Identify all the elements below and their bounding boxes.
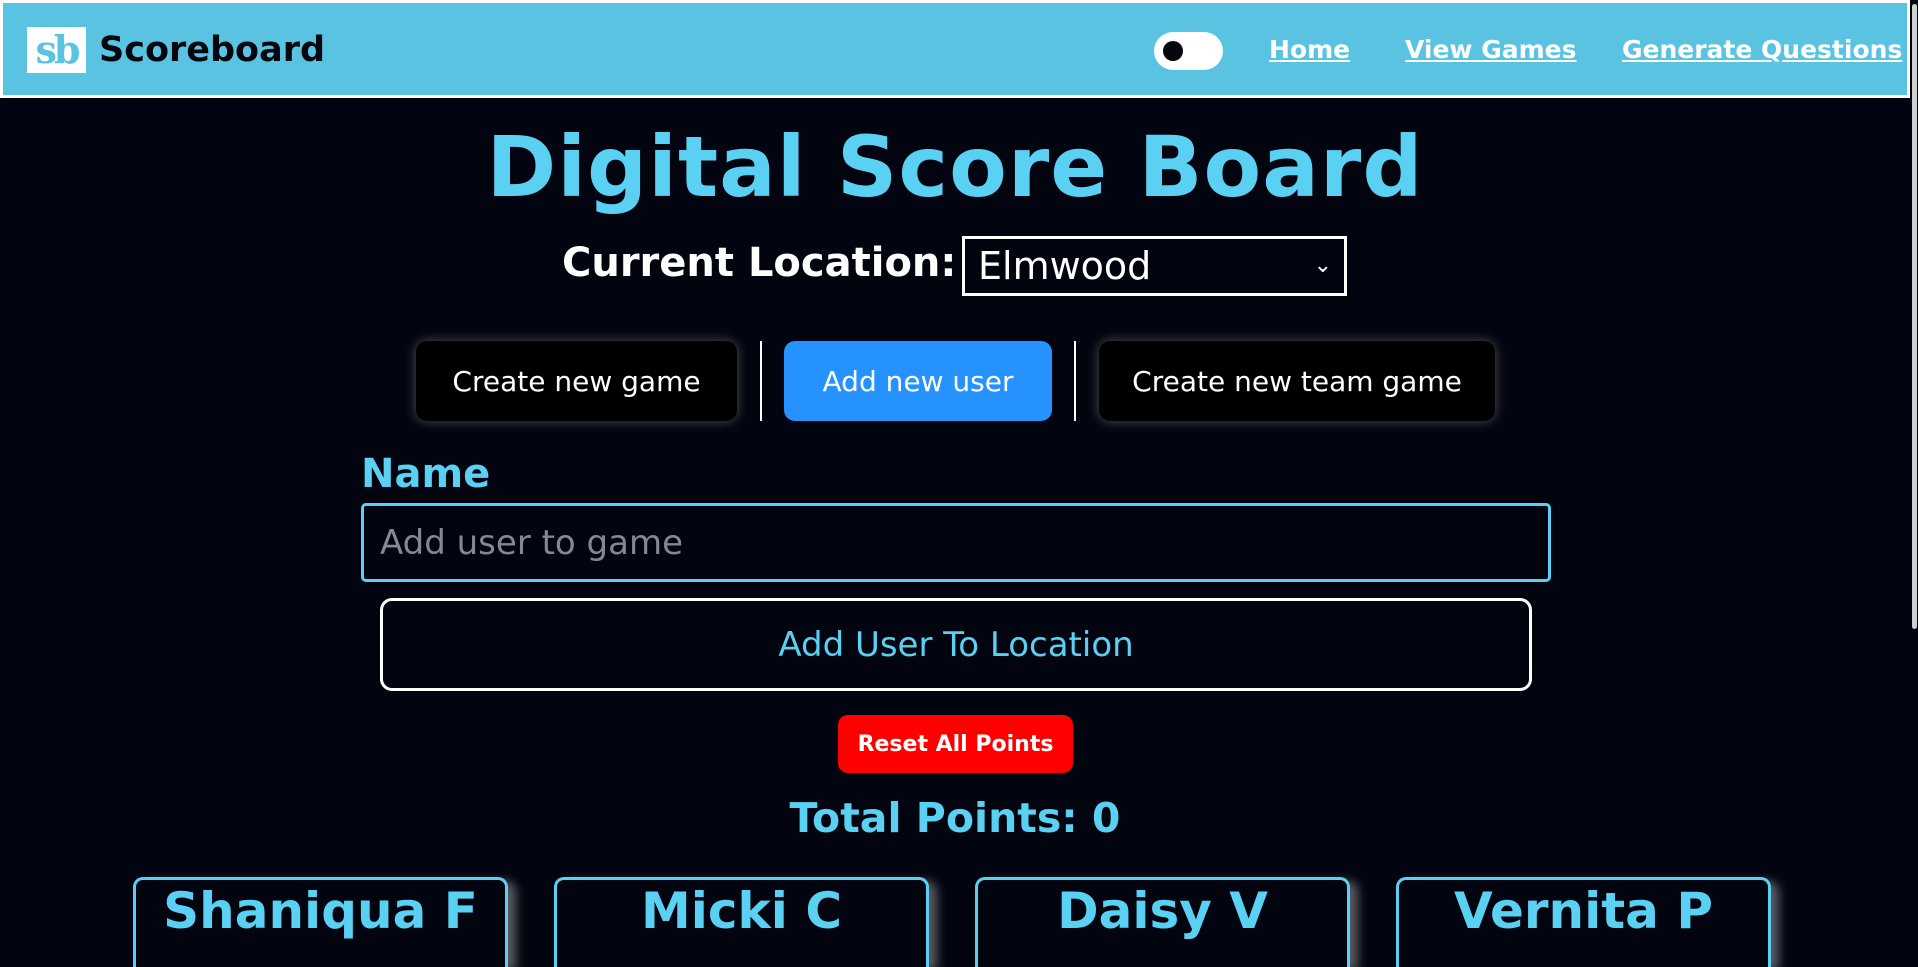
scrollbar-thumb[interactable] bbox=[1912, 4, 1917, 629]
theme-toggle[interactable] bbox=[1154, 32, 1223, 70]
page-title: Digital Score Board bbox=[486, 118, 1424, 216]
brand[interactable]: sb Scoreboard bbox=[27, 27, 325, 73]
location-label: Current Location: bbox=[562, 240, 957, 286]
add-new-user-button[interactable]: Add new user bbox=[784, 341, 1052, 421]
nav-link-home[interactable]: Home bbox=[1269, 35, 1350, 64]
name-label: Name bbox=[361, 451, 491, 497]
scrollbar[interactable] bbox=[1910, 0, 1918, 946]
user-card[interactable]: Daisy V bbox=[975, 877, 1350, 967]
location-select-value: Elmwood bbox=[978, 244, 1152, 288]
navbar: sb Scoreboard Home View Games Generate Q… bbox=[0, 0, 1910, 98]
user-card[interactable]: Shaniqua F bbox=[133, 877, 508, 967]
user-name: Vernita P bbox=[1454, 882, 1713, 940]
reset-all-points-button[interactable]: Reset All Points bbox=[838, 715, 1073, 773]
nav-link-view-games[interactable]: View Games bbox=[1405, 35, 1577, 64]
name-input[interactable] bbox=[361, 503, 1551, 582]
button-divider bbox=[1074, 341, 1076, 421]
total-points: Total Points: 0 bbox=[789, 794, 1121, 842]
add-user-to-location-button[interactable]: Add User To Location bbox=[380, 598, 1532, 691]
brand-name: Scoreboard bbox=[99, 30, 326, 70]
nav-link-generate-questions[interactable]: Generate Questions bbox=[1622, 35, 1902, 64]
logo-icon: sb bbox=[27, 27, 86, 73]
user-name: Shaniqua F bbox=[163, 882, 478, 940]
user-card[interactable]: Vernita P bbox=[1396, 877, 1771, 967]
user-name: Daisy V bbox=[1057, 882, 1268, 940]
create-new-team-game-button[interactable]: Create new team game bbox=[1099, 341, 1495, 421]
user-name: Micki C bbox=[640, 882, 843, 940]
toggle-knob bbox=[1163, 41, 1183, 61]
location-select[interactable]: Elmwood ⌄ bbox=[962, 236, 1347, 296]
user-card[interactable]: Micki C bbox=[554, 877, 929, 967]
button-divider bbox=[760, 341, 762, 421]
create-new-game-button[interactable]: Create new game bbox=[416, 341, 737, 421]
chevron-down-icon: ⌄ bbox=[1313, 253, 1332, 278]
